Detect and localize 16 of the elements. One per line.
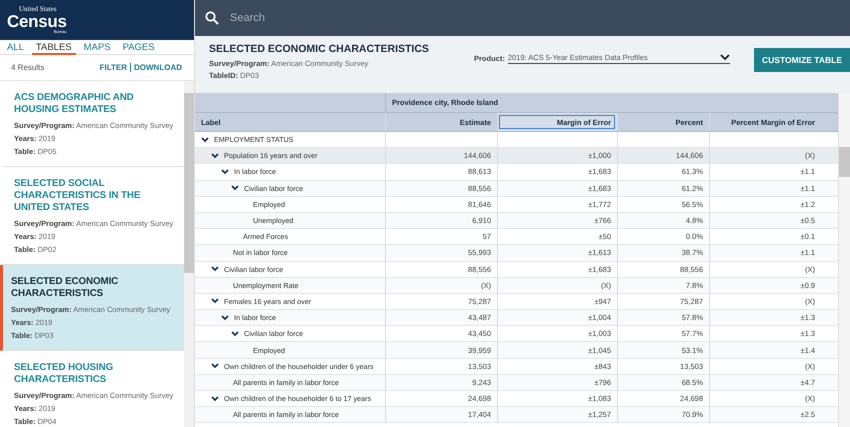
search-bar[interactable]: Search — [195, 0, 850, 36]
customize-table-button[interactable]: CUSTOMIZE TABLE — [754, 48, 850, 72]
logo-main-text: Census — [7, 13, 67, 30]
tab[interactable]: ALL — [3, 42, 28, 55]
action-link[interactable]: DOWNLOAD — [134, 63, 182, 72]
tab[interactable]: PAGES — [118, 42, 159, 55]
action-link[interactable]: FILTER — [100, 63, 127, 72]
tab[interactable]: MAPS — [80, 42, 115, 55]
table-title: SELECTED ECONOMIC CHARACTERISTICS — [209, 43, 430, 55]
result-title[interactable]: SELECTED SOCIAL CHARACTERISTICS IN THE UNITED STATES — [14, 178, 176, 214]
result-title[interactable]: SELECTED ECONOMIC CHARACTERISTICS — [11, 276, 176, 300]
search-field[interactable]: Search — [228, 11, 528, 25]
result-title[interactable]: SELECTED HOUSING CHARACTERISTICS — [14, 362, 176, 386]
result-title[interactable]: ACS DEMOGRAPHIC AND HOUSING ESTIMATES — [14, 92, 176, 116]
results-count: 4 Results — [11, 63, 44, 72]
tab[interactable]: TABLES — [32, 42, 76, 55]
